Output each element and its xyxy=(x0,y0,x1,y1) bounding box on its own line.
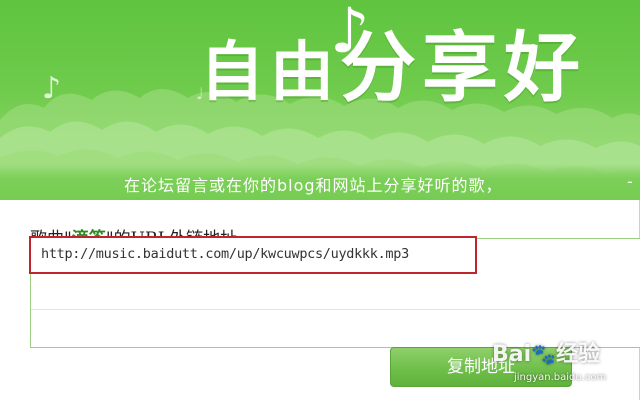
banner-slogan-part: 分享好 xyxy=(340,23,586,112)
baidu-jingyan-watermark: Bai🐾经验 xyxy=(492,336,600,368)
url-value[interactable]: http://music.baidutt.com/up/kwcuwpcs/uyd… xyxy=(41,246,409,262)
banner-subtitle-tail: - xyxy=(627,172,633,191)
banner-slogan: 自由分享好 xyxy=(200,26,586,115)
header-banner: ♪ ♪ ♩ 自由分享好 xyxy=(0,0,640,200)
banner-subtitle: 在论坛留言或在你的blog和网站上分享好听的歌， xyxy=(124,176,503,195)
watermark-site: jingyan.baidu.com xyxy=(514,372,607,383)
watermark-brand: Bai xyxy=(492,342,532,367)
url-field[interactable]: http://music.baidutt.com/up/kwcuwpcs/uyd… xyxy=(29,236,477,274)
paw-icon: 🐾 xyxy=(531,342,557,366)
banner-slogan-part: 自由 xyxy=(200,36,340,110)
divider xyxy=(31,309,640,310)
watermark-brand: 经验 xyxy=(556,342,601,367)
music-note-icon: ♪ xyxy=(42,71,62,106)
